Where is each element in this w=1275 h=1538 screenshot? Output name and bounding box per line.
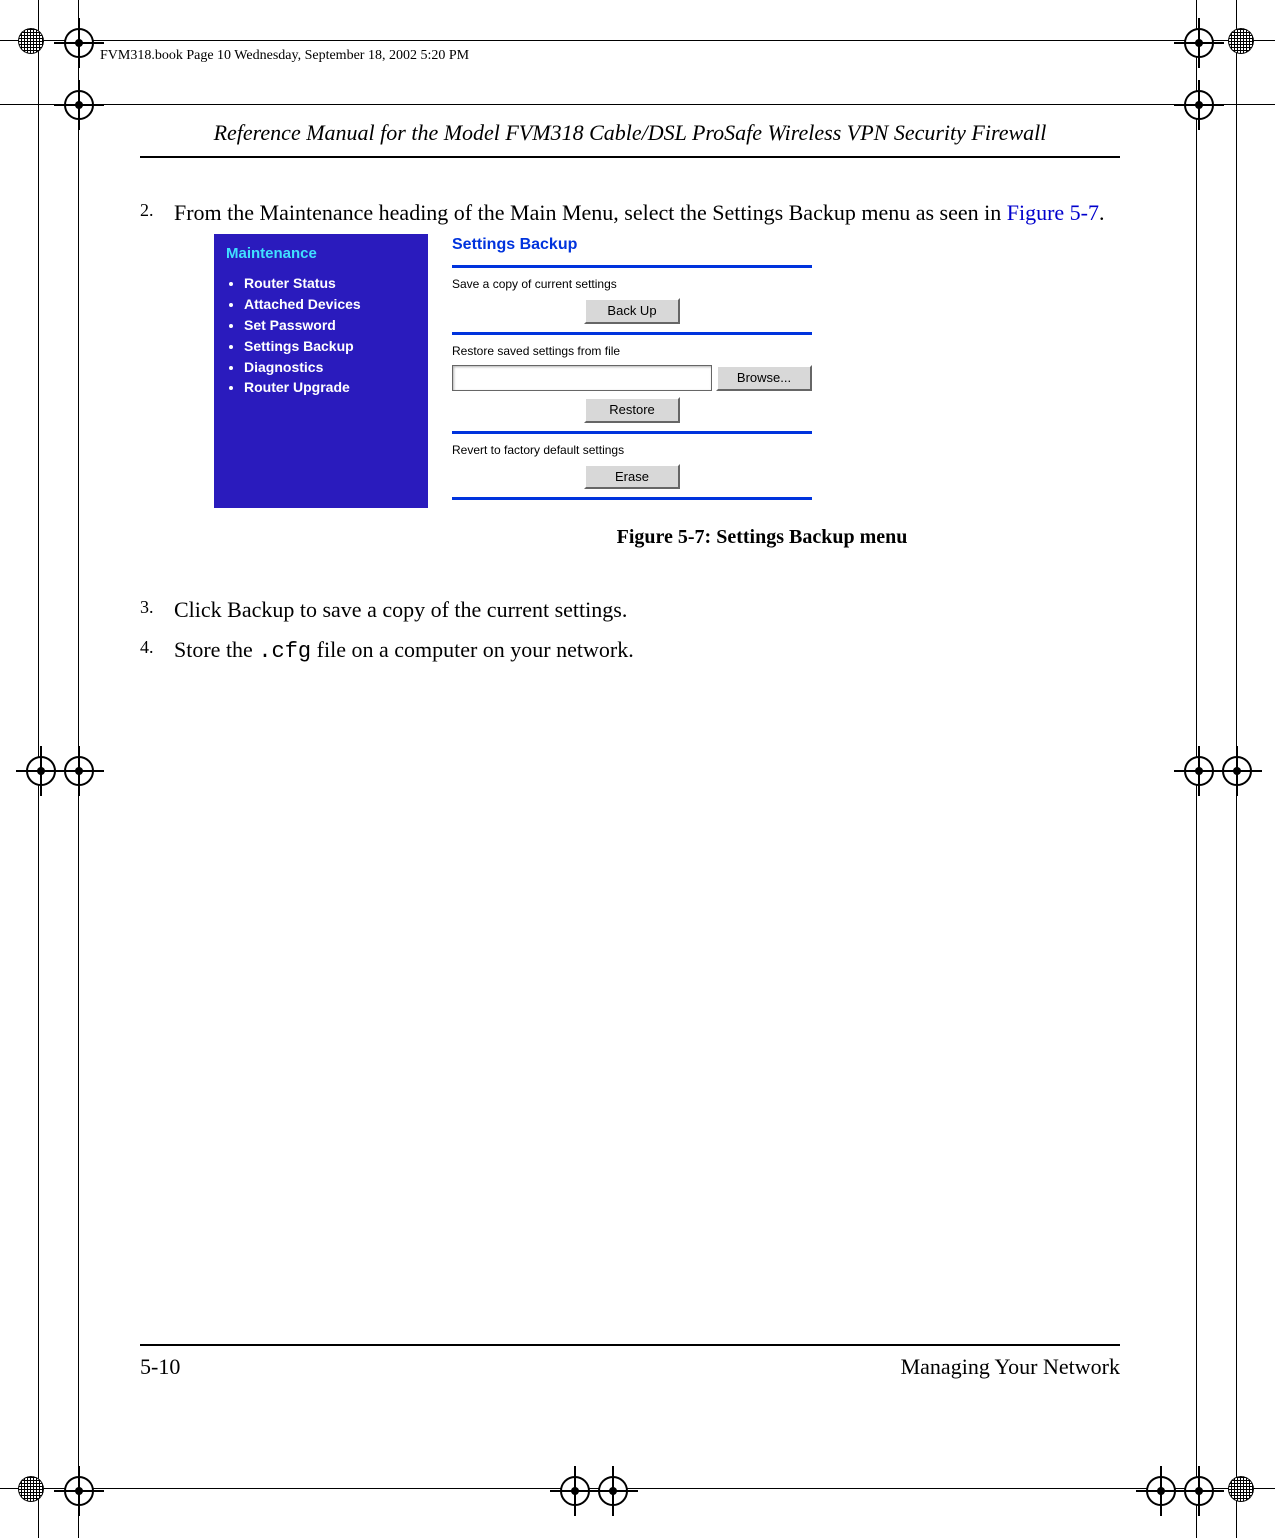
- reg-target-icon: [64, 28, 94, 58]
- running-header: Reference Manual for the Model FVM318 Ca…: [140, 120, 1120, 152]
- panel-title: Settings Backup: [452, 234, 812, 256]
- step-text: Store the: [174, 637, 258, 662]
- reg-target-icon: [560, 1476, 590, 1506]
- panel-separator: [452, 431, 812, 434]
- sidebar-item-diagnostics[interactable]: Diagnostics: [244, 358, 416, 377]
- figure-caption: Figure 5-7: Settings Backup menu: [404, 524, 1120, 551]
- sidebar-item-set-password[interactable]: Set Password: [244, 316, 416, 335]
- section-title: Managing Your Network: [901, 1354, 1120, 1380]
- restore-from-file-label: Restore saved settings from file: [452, 343, 812, 359]
- sidebar-heading: Maintenance: [226, 244, 416, 264]
- figure-reference-link[interactable]: Figure 5-7: [1007, 200, 1099, 225]
- sidebar-item-attached-devices[interactable]: Attached Devices: [244, 295, 416, 314]
- settings-backup-screenshot: Maintenance Router Status Attached Devic…: [214, 234, 1120, 509]
- cfg-extension-code: .cfg: [258, 639, 311, 664]
- erase-button[interactable]: Erase: [584, 464, 680, 490]
- sidebar-item-settings-backup[interactable]: Settings Backup: [244, 337, 416, 356]
- step-text: .: [1099, 200, 1105, 225]
- header-rule: [140, 156, 1120, 158]
- revert-label: Revert to factory default settings: [452, 442, 812, 458]
- step-text: Click Backup to save a copy of the curre…: [174, 595, 1120, 625]
- backup-button[interactable]: Back Up: [584, 298, 680, 324]
- sidebar-item-router-upgrade[interactable]: Router Upgrade: [244, 378, 416, 397]
- restore-button[interactable]: Restore: [584, 397, 680, 423]
- reg-target-icon: [64, 1476, 94, 1506]
- browse-button[interactable]: Browse...: [716, 365, 812, 391]
- step-number: 3.: [140, 595, 174, 625]
- page-number: 5-10: [140, 1354, 180, 1380]
- step-text: file on a computer on your network.: [311, 637, 634, 662]
- step-number: 4.: [140, 635, 174, 667]
- step-text: From the Maintenance heading of the Main…: [174, 200, 1007, 225]
- reg-target-icon: [1222, 756, 1252, 786]
- reg-target-icon: [64, 756, 94, 786]
- book-build-stamp: FVM318.book Page 10 Wednesday, September…: [100, 48, 469, 64]
- reg-target-icon: [1146, 1476, 1176, 1506]
- reg-mark-icon: [18, 28, 44, 54]
- reg-target-icon: [64, 90, 94, 120]
- step-number: 2.: [140, 198, 174, 591]
- restore-file-input[interactable]: [452, 365, 712, 391]
- panel-separator: [452, 497, 812, 500]
- footer-rule: [140, 1344, 1120, 1346]
- reg-target-icon: [1184, 28, 1214, 58]
- reg-target-icon: [598, 1476, 628, 1506]
- panel-separator: [452, 265, 812, 268]
- reg-mark-icon: [18, 1476, 44, 1502]
- reg-target-icon: [26, 756, 56, 786]
- save-copy-label: Save a copy of current settings: [452, 276, 812, 292]
- reg-target-icon: [1184, 756, 1214, 786]
- sidebar-item-router-status[interactable]: Router Status: [244, 274, 416, 293]
- settings-backup-panel: Settings Backup Save a copy of current s…: [452, 234, 812, 509]
- maintenance-sidebar: Maintenance Router Status Attached Devic…: [214, 234, 428, 509]
- panel-separator: [452, 332, 812, 335]
- reg-mark-icon: [1228, 28, 1254, 54]
- reg-target-icon: [1184, 90, 1214, 120]
- reg-mark-icon: [1228, 1476, 1254, 1502]
- reg-target-icon: [1184, 1476, 1214, 1506]
